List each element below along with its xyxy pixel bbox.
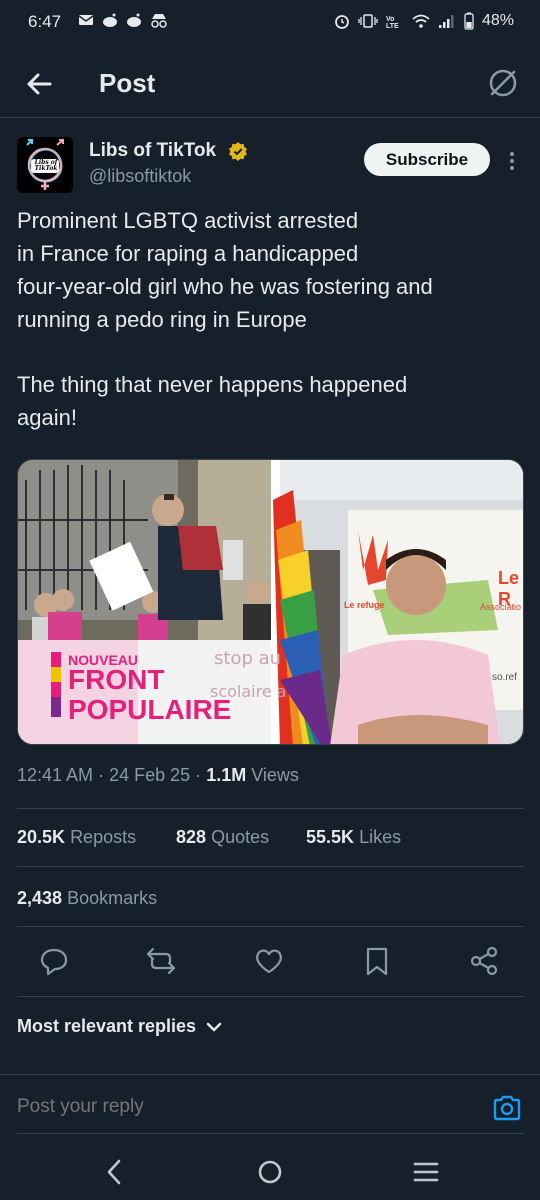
chevron-down-icon	[206, 1022, 222, 1031]
post-text-line: four-year-old girl who he was fostering …	[17, 274, 433, 299]
reposts-label: Reposts	[70, 827, 137, 847]
reposts-stat[interactable]: 20.5K Reposts	[17, 827, 136, 848]
like-icon[interactable]	[252, 944, 286, 978]
avatar-text: Libs of TikTok	[34, 159, 58, 172]
replies-sort-dropdown[interactable]: Most relevant replies	[17, 1016, 222, 1037]
post-date: 24 Feb 25	[109, 765, 191, 785]
back-arrow-icon[interactable]	[22, 66, 58, 102]
avatar[interactable]: Libs of TikTok	[17, 137, 73, 193]
reddit-icon	[103, 13, 117, 27]
reposts-count: 20.5K	[17, 827, 66, 847]
divider	[17, 926, 524, 927]
mail-icon	[78, 15, 94, 25]
post-meta: 12:41 AM · 24 Feb 25 · 1.1M Views	[17, 765, 299, 786]
bookmarks-label: Bookmarks	[67, 888, 158, 908]
media-logo-line-3: POPULAIRE	[68, 694, 232, 725]
media-sign-line-2: scolaire a	[210, 682, 287, 701]
battery-icon	[464, 12, 474, 30]
replies-sort-label: Most relevant replies	[17, 1016, 197, 1036]
media-banner-text-3: Associatio	[480, 602, 522, 612]
media-sign-line-1: stop au	[214, 648, 282, 669]
post-text-paragraph-2: The thing that never happens happened ag…	[17, 368, 527, 434]
notification-icons	[78, 12, 168, 28]
reply-underline	[17, 1133, 524, 1134]
post-text-line: again!	[17, 405, 77, 430]
bookmarks-count: 2,438	[17, 888, 63, 908]
incognito-icon	[151, 14, 167, 28]
reply-icon[interactable]	[37, 944, 71, 978]
views-label: Views	[251, 765, 299, 785]
media-banner-text-1: Le refuge	[344, 600, 385, 610]
author-name[interactable]: Libs of TikTok	[89, 140, 216, 162]
more-options-icon[interactable]	[503, 150, 521, 172]
author-handle[interactable]: @libsoftiktok	[89, 166, 191, 187]
quotes-count: 828	[176, 827, 207, 847]
divider	[17, 808, 524, 809]
post-text-line: The thing that never happens happened	[17, 372, 408, 397]
post-text-paragraph-1: Prominent LGBTQ activist arrested in Fra…	[17, 204, 527, 336]
bookmarks-stat[interactable]: 2,438 Bookmarks	[17, 888, 157, 909]
wifi-icon	[412, 14, 430, 28]
likes-label: Likes	[359, 827, 402, 847]
camera-icon[interactable]	[492, 1093, 522, 1123]
likes-stat[interactable]: 55.5K Likes	[306, 827, 401, 848]
meta-separator: ·	[195, 765, 202, 785]
repost-icon[interactable]	[144, 944, 178, 978]
battery-percent: 48%	[481, 12, 514, 29]
volte-icon: VoLTE	[386, 16, 399, 29]
post-text-line: in France for raping a handicapped	[17, 241, 359, 266]
divider	[17, 996, 524, 997]
media-banner-text-4: so.ref	[492, 672, 518, 683]
nav-back-icon[interactable]	[98, 1155, 132, 1189]
svg-text:Vo: Vo	[386, 16, 394, 23]
alarm-icon	[335, 15, 349, 29]
grok-icon[interactable]	[486, 66, 520, 100]
signal-icon	[438, 15, 454, 28]
subscribe-button[interactable]: Subscribe	[364, 143, 490, 176]
post-time: 12:41 AM	[17, 765, 94, 785]
status-time: 6:47	[28, 12, 62, 31]
status-bar: 6:47 Vo LTE 48%	[0, 0, 540, 46]
vibrate-icon	[358, 14, 378, 28]
svg-text:LTE: LTE	[386, 23, 399, 29]
quotes-label: Quotes	[211, 827, 270, 847]
page-title: Post	[99, 68, 156, 98]
verified-badge-icon	[229, 142, 247, 161]
divider	[17, 866, 524, 867]
reply-input[interactable]	[17, 1096, 457, 1118]
nav-home-icon[interactable]	[253, 1155, 287, 1189]
nav-recents-icon[interactable]	[409, 1155, 443, 1189]
bookmark-icon[interactable]	[360, 944, 394, 978]
system-icons: Vo LTE 48%	[334, 12, 514, 30]
meta-separator: ·	[98, 765, 105, 785]
media-logo-line-2: FRONT	[68, 664, 165, 695]
post-text-line: running a pedo ring in Europe	[17, 307, 307, 332]
quotes-stat[interactable]: 828 Quotes	[176, 827, 269, 848]
post-header: Post	[0, 54, 540, 118]
share-icon[interactable]	[467, 944, 501, 978]
likes-count: 55.5K	[306, 827, 355, 847]
reddit-icon	[127, 13, 141, 27]
views-count: 1.1M	[206, 765, 247, 785]
post-text-line: Prominent LGBTQ activist arrested	[17, 208, 359, 233]
post-media-image[interactable]: NOUVEAU FRONT POPULAIRE stop au scolaire…	[17, 459, 524, 745]
